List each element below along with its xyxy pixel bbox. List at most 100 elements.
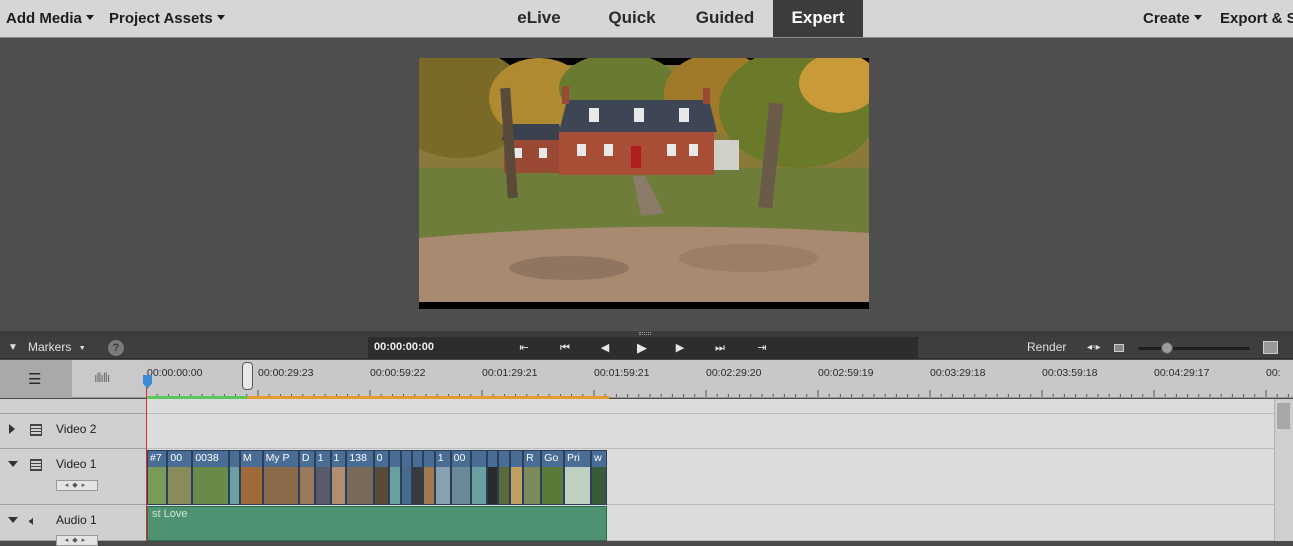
keyframe-controls[interactable]: ◂◆▸ xyxy=(56,480,98,491)
video-clip[interactable]: R xyxy=(523,450,542,505)
video-clip-thumbnail xyxy=(401,467,412,504)
video-clip-label: 0 xyxy=(376,452,383,464)
video-clip[interactable]: #7 xyxy=(147,450,168,505)
create-menu[interactable]: Create xyxy=(1143,0,1202,38)
play-icon[interactable]: ▶ xyxy=(633,340,651,356)
video-clip[interactable]: 0038 xyxy=(192,450,229,505)
video-clip-thumbnail xyxy=(592,467,606,504)
tab-quick[interactable]: Quick xyxy=(586,0,678,37)
video-clip[interactable]: My P xyxy=(262,450,299,505)
tab-elive[interactable]: eLive xyxy=(494,0,584,37)
vertical-scrollbar[interactable] xyxy=(1274,399,1293,541)
project-assets-menu[interactable]: Project Assets xyxy=(109,0,225,38)
video-clip-thumbnail xyxy=(472,467,486,504)
track-header-video-1: Video 1 ◂◆▸ xyxy=(0,449,146,505)
video-clip[interactable]: Pri xyxy=(563,450,592,505)
current-timecode[interactable]: 00:00:00:00 xyxy=(374,337,434,359)
video-clip-label: 00 xyxy=(453,452,466,464)
scrollbar-thumb[interactable] xyxy=(1277,403,1290,429)
speaker-icon[interactable]: 🔈︎ xyxy=(29,513,37,529)
track-lane-video-2[interactable] xyxy=(146,414,1274,449)
help-icon[interactable]: ? xyxy=(108,340,124,356)
video-clip[interactable] xyxy=(486,450,499,505)
video-clip-label: D xyxy=(301,452,310,464)
zoom-slider[interactable] xyxy=(1138,347,1250,350)
chevron-down-icon xyxy=(216,15,225,20)
ruler-label: 00:00:00:00 xyxy=(147,367,203,379)
zoom-slider-thumb[interactable] xyxy=(1161,342,1173,354)
video-clip-thumbnail xyxy=(487,467,498,504)
zoom-out-icon[interactable] xyxy=(1114,344,1124,352)
video-clip-label: w xyxy=(594,452,602,464)
video-clip-thumbnail xyxy=(451,467,471,504)
video-clip[interactable]: 1 xyxy=(434,450,451,505)
track-spacer-lane xyxy=(146,399,1274,414)
go-to-next-edit-icon[interactable]: ⇥ xyxy=(753,340,771,356)
video-clip[interactable] xyxy=(509,450,524,505)
video-clip-thumbnail xyxy=(240,467,262,504)
video-clip[interactable]: 0 xyxy=(373,450,390,505)
video-clip-label: 1 xyxy=(333,452,340,464)
step-back-icon[interactable]: ◀ xyxy=(596,340,614,356)
video-clip-thumbnail xyxy=(193,467,228,504)
go-to-end-icon[interactable]: ⏭ xyxy=(711,340,729,356)
markers-menu[interactable]: Markers ▼ xyxy=(28,337,86,359)
video-clip[interactable]: 00 xyxy=(167,450,193,505)
video-clip-thumbnail xyxy=(374,467,389,504)
fit-timeline-icon[interactable]: ◂▫▸ xyxy=(1087,337,1101,359)
video-clip[interactable] xyxy=(498,450,510,505)
step-forward-icon[interactable]: ▶ xyxy=(671,340,689,356)
track-layout-icon: ☰ xyxy=(28,371,42,388)
video-clip[interactable] xyxy=(471,450,487,505)
video-clip[interactable]: 1 xyxy=(314,450,331,505)
ruler-label: 00:00:29:23 xyxy=(258,367,314,379)
video-clip-label: 0038 xyxy=(195,452,219,464)
render-button[interactable]: Render xyxy=(1027,337,1066,359)
video-track-icon xyxy=(30,424,42,436)
video-clip[interactable] xyxy=(412,450,424,505)
video-clip[interactable]: w xyxy=(591,450,607,505)
video-clip[interactable]: 00 xyxy=(450,450,472,505)
video-clip-thumbnail xyxy=(331,467,346,504)
video-clip[interactable]: M xyxy=(239,450,263,505)
collapse-track-icon[interactable] xyxy=(8,461,18,467)
go-to-previous-edit-icon[interactable]: ⇤ xyxy=(515,340,533,356)
collapse-timeline-icon[interactable]: ▼ xyxy=(8,337,18,359)
zoom-in-icon[interactable] xyxy=(1263,341,1278,354)
video-clip[interactable] xyxy=(400,450,413,505)
chevron-down-icon xyxy=(1193,15,1202,20)
collapse-track-icon[interactable] xyxy=(8,517,18,523)
video-clip-thumbnail xyxy=(564,467,591,504)
video-clip-thumbnail xyxy=(168,467,192,504)
add-media-menu[interactable]: Add Media xyxy=(6,0,94,38)
video-clip-label: 1 xyxy=(317,452,324,464)
video-clip[interactable] xyxy=(423,450,435,505)
video-clip-label: #7 xyxy=(150,452,162,464)
tab-expert[interactable]: Expert xyxy=(773,0,863,37)
audio-waveform-icon[interactable]: ıllıllı xyxy=(94,370,110,385)
video-clip[interactable]: 138 xyxy=(346,450,374,505)
go-to-start-icon[interactable]: ⏮ xyxy=(556,340,574,356)
video-clip[interactable] xyxy=(228,450,240,505)
time-ruler[interactable]: 00:00:00:00 00:00:29:23 00:00:59:22 00:0… xyxy=(146,360,1293,398)
video-clip[interactable]: 1 xyxy=(330,450,347,505)
export-share-menu[interactable]: Export & S xyxy=(1220,0,1293,38)
video-clip-thumbnail xyxy=(435,467,450,504)
video-clip[interactable]: D xyxy=(298,450,315,505)
video-track-icon xyxy=(30,459,42,471)
ruler-label: 00:03:59:18 xyxy=(1042,367,1098,379)
video-clip-label: Pri xyxy=(566,452,580,464)
splitter-grip-icon[interactable] xyxy=(639,332,651,335)
track-name-audio-1: Audio 1 xyxy=(56,513,97,527)
work-area-handle[interactable] xyxy=(242,362,253,390)
track-options-tab[interactable]: ☰ xyxy=(0,360,72,398)
ruler-label: 00:00:59:22 xyxy=(370,367,426,379)
video-clip[interactable]: Go xyxy=(541,450,564,505)
video-preview[interactable] xyxy=(419,58,869,309)
audio-clip[interactable]: st Love xyxy=(147,506,607,541)
expand-track-icon[interactable] xyxy=(9,424,15,434)
top-menu-bar: Add Media Project Assets eLive Quick Gui… xyxy=(0,0,1293,38)
tab-guided[interactable]: Guided xyxy=(680,0,770,37)
video-clip[interactable] xyxy=(389,450,401,505)
ruler-label: 00:02:59:19 xyxy=(818,367,874,379)
